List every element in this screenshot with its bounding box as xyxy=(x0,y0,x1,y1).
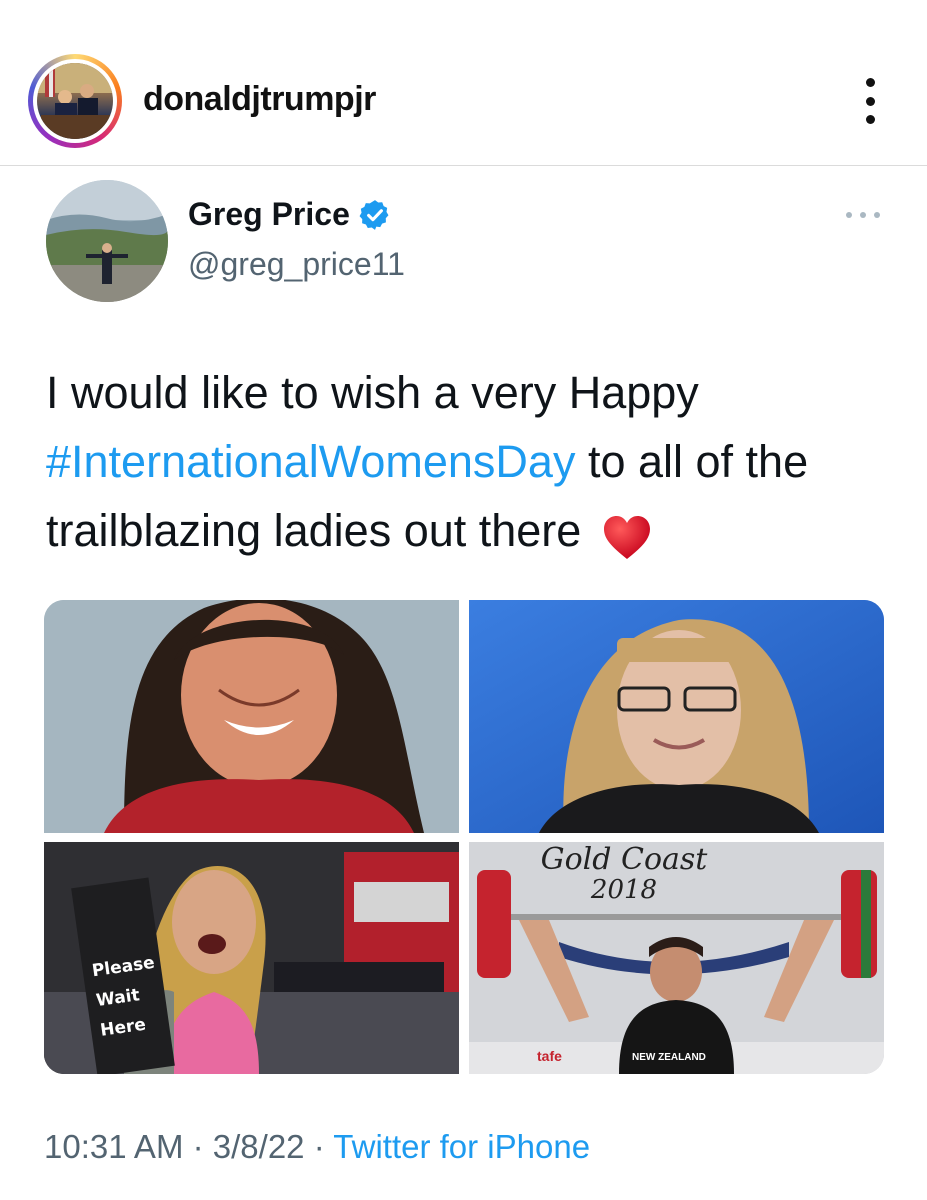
tweet-handle[interactable]: @greg_price11 xyxy=(188,246,405,283)
tweet-media-grid: Please Wait Here Gold Coast 2018 tafe NE… xyxy=(44,600,884,1074)
portrait-photo-icon xyxy=(469,600,884,833)
hashtag-link[interactable]: #InternationalWomensDay xyxy=(46,436,575,487)
tweet-photo-1[interactable] xyxy=(44,600,459,833)
tweet-photo-2[interactable] xyxy=(469,600,884,833)
please-wait-sign: Please Wait Here xyxy=(90,952,156,1041)
story-ring[interactable] xyxy=(28,54,122,148)
tweet-text: I would like to wish a very Happy #Inter… xyxy=(46,358,876,565)
tweet-more-icon[interactable] xyxy=(846,210,880,220)
portrait-photo-icon xyxy=(44,600,459,833)
tweet-meta: 10:31 AM · 3/8/22 · Twitter for iPhone xyxy=(44,1128,591,1165)
jersey-text: NEW ZEALAND xyxy=(632,1052,706,1063)
avatar-landscape-icon xyxy=(46,180,168,302)
vertical-ellipsis-icon[interactable] xyxy=(852,78,888,124)
tweet-source-link[interactable]: Twitter for iPhone xyxy=(333,1128,590,1165)
tweet-display-name[interactable]: Greg Price xyxy=(188,196,392,233)
instagram-post-header: donaldjtrumpjr xyxy=(0,0,927,166)
tweet-photo-4[interactable]: Gold Coast 2018 tafe NEW ZEALAND xyxy=(469,842,884,1074)
tweet-date[interactable]: 3/8/22 xyxy=(213,1128,305,1165)
gold-coast-banner: Gold Coast 2018 xyxy=(540,842,708,905)
red-heart-emoji xyxy=(602,511,652,560)
sponsor-text: tafe xyxy=(537,1048,562,1064)
tweet-author-avatar[interactable] xyxy=(46,180,168,302)
verified-badge-icon xyxy=(358,198,392,232)
profile-avatar[interactable] xyxy=(37,63,113,139)
avatar-photo-icon xyxy=(37,63,113,139)
ig-username[interactable]: donaldjtrumpjr xyxy=(143,80,376,119)
tweet-photo-3[interactable]: Please Wait Here xyxy=(44,842,459,1074)
tweet-time[interactable]: 10:31 AM xyxy=(44,1128,183,1165)
